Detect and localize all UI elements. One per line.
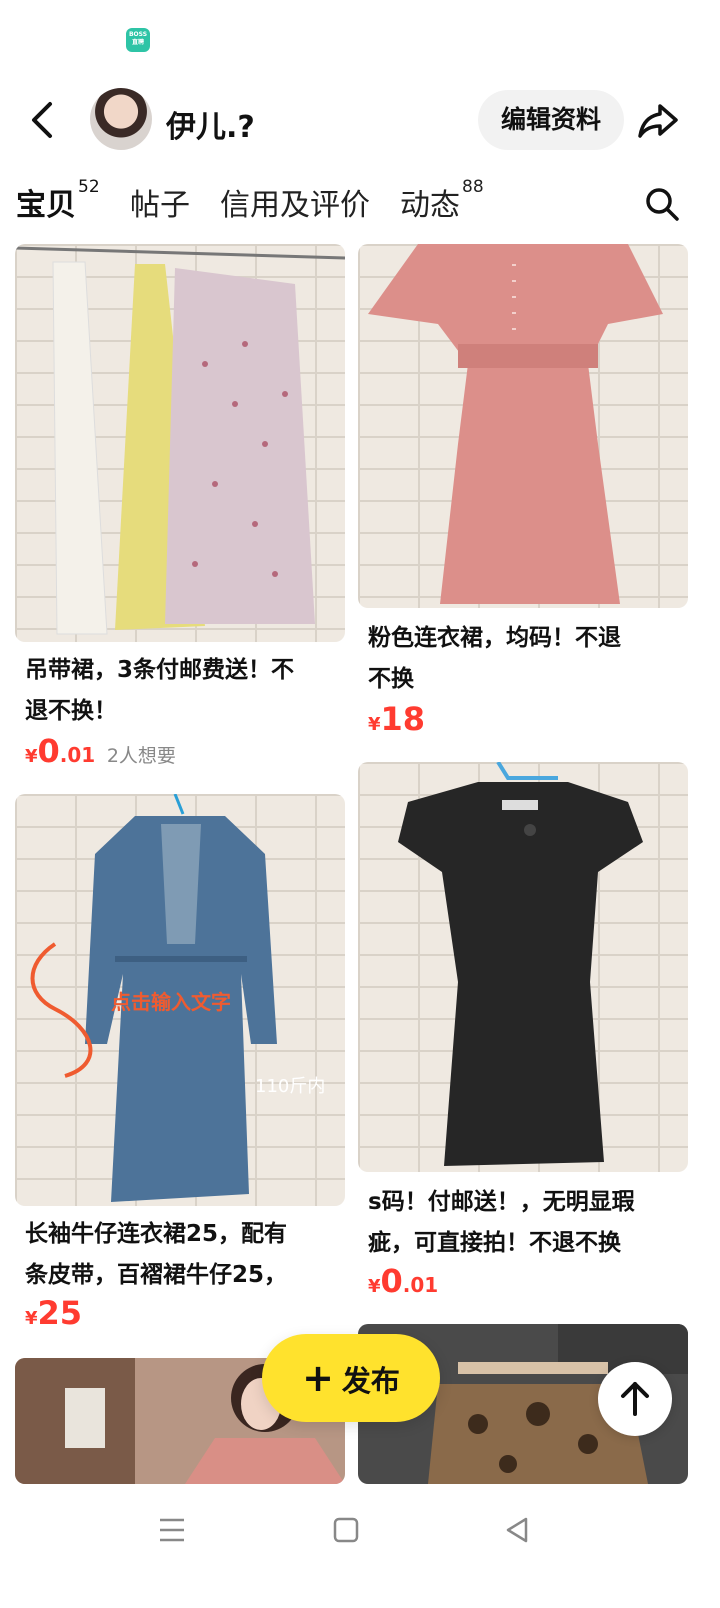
product-title[interactable]: s码！付邮送！，无明显瑕 疵，可直接拍！不退不换 (368, 1182, 635, 1264)
tab-moments[interactable]: 动态88 (400, 177, 484, 224)
tab-moments-count: 88 (462, 177, 484, 197)
product-title-line: 条皮带，百褶裙牛仔25， (25, 1262, 288, 1288)
product-title[interactable]: 粉色连衣裙，均码！不退 不换 (368, 618, 621, 700)
product-title[interactable]: 长袖牛仔连衣裙25，配有 条皮带，百褶裙牛仔25， (25, 1214, 287, 1296)
back-to-top-button[interactable] (598, 1362, 672, 1436)
product-photo[interactable] (15, 244, 345, 642)
price-integer: 18 (380, 700, 426, 738)
product-title-line: 长袖牛仔连衣裙25，配有 (25, 1221, 288, 1247)
product-image-slip-dresses (15, 246, 345, 635)
avatar[interactable] (90, 88, 152, 150)
product-image-pink-dress (368, 244, 663, 604)
product-title[interactable]: 吊带裙，3条付邮费送！不 退不换！ (25, 650, 294, 732)
system-navigation-bar (0, 1484, 720, 1608)
status-bar: BOSS 直聘 (0, 0, 720, 80)
product-title-line: 疵，可直接拍！不退不换 (368, 1230, 621, 1256)
product-card[interactable]: s码！付邮送！，无明显瑕 疵，可直接拍！不退不换 ¥0.01 (358, 762, 688, 1302)
photo-overlay-text: 点击输入文字 (111, 990, 231, 1014)
product-photo[interactable] (358, 244, 688, 608)
publish-button[interactable]: + 发布 (262, 1334, 440, 1422)
tab-posts-label: 帖子 (130, 188, 190, 223)
price-decimal: .01 (402, 1273, 439, 1297)
product-card[interactable]: 点击输入文字 110斤内 长袖牛仔连衣裙25，配有 条皮带，百褶裙牛仔25， ¥… (15, 794, 345, 1334)
product-title-line: 吊带裙，3条付邮费送！不 (25, 657, 295, 683)
tab-items-count: 52 (78, 177, 100, 197)
tab-moments-label: 动态 (400, 188, 460, 223)
arrow-up-icon (621, 1382, 649, 1416)
profile-header: 伊儿.? 编辑资料 (0, 82, 720, 162)
home-square-icon[interactable] (326, 1510, 366, 1550)
wants-count: 2人想要 (106, 745, 176, 767)
product-title-line: 退不换！ (25, 698, 117, 724)
product-price: ¥18 (368, 700, 425, 738)
price-integer: 0 (37, 732, 60, 770)
username: 伊儿.? (166, 110, 255, 145)
photo-overlay-weight: 110斤内 (255, 1076, 326, 1097)
price-currency: ¥ (25, 746, 38, 767)
product-price: ¥25 (25, 1294, 82, 1332)
price-currency: ¥ (368, 1276, 381, 1297)
tab-reviews-label: 信用及评价 (220, 188, 370, 223)
back-arrow-icon[interactable] (22, 98, 66, 142)
price-integer: 0 (380, 1262, 403, 1300)
tab-items-label: 宝贝 (16, 188, 76, 223)
product-title-line: 粉色连衣裙，均码！不退 (368, 625, 621, 651)
product-title-line: 不换 (368, 666, 414, 692)
plus-icon: + (302, 1356, 334, 1400)
menu-icon[interactable] (152, 1510, 192, 1550)
boss-app-icon: BOSS 直聘 (126, 28, 150, 52)
price-integer: 25 (37, 1294, 83, 1332)
edit-profile-button[interactable]: 编辑资料 (478, 90, 624, 150)
product-image-black-dress (398, 762, 643, 1166)
publish-label: 发布 (341, 1364, 400, 1398)
price-currency: ¥ (368, 714, 381, 735)
tab-reviews[interactable]: 信用及评价 (220, 180, 370, 224)
product-photo[interactable] (358, 762, 688, 1172)
product-photo[interactable]: 点击输入文字 110斤内 (15, 794, 345, 1206)
price-currency: ¥ (25, 1308, 38, 1329)
search-icon[interactable] (642, 184, 682, 224)
share-icon[interactable] (636, 98, 680, 142)
product-card[interactable]: 粉色连衣裙，均码！不退 不换 ¥18 (358, 244, 688, 744)
price-decimal: .01 (59, 743, 96, 767)
product-card[interactable]: 吊带裙，3条付邮费送！不 退不换！ ¥0.01 2人想要 (15, 244, 345, 774)
product-price: ¥0.01 2人想要 (25, 732, 176, 770)
profile-tabs: 宝贝52 帖子 信用及评价 动态88 (0, 172, 720, 236)
back-triangle-icon[interactable] (498, 1510, 538, 1550)
product-title-line: s码！付邮送！，无明显瑕 (368, 1189, 635, 1215)
tab-posts[interactable]: 帖子 (130, 180, 190, 224)
tab-items[interactable]: 宝贝52 (16, 177, 100, 228)
product-price: ¥0.01 (368, 1262, 438, 1300)
